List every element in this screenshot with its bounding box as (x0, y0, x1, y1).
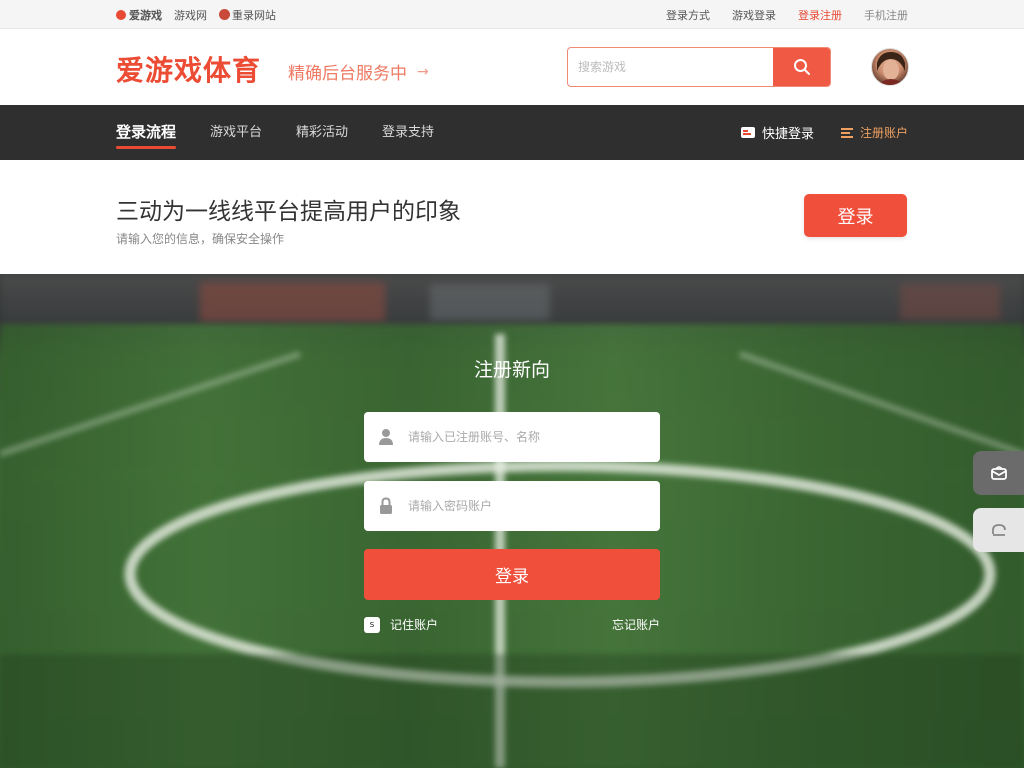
topbar-left: 爱游戏 游戏网 重录网站 (116, 7, 276, 23)
quick-login-label: 快捷登录 (761, 127, 814, 142)
search-box (567, 47, 831, 87)
site-logo[interactable]: 爱游戏体育 (116, 49, 261, 89)
avatar-portrait (877, 52, 905, 85)
nav-right: 快捷登录 注册账户 (740, 105, 908, 160)
topbar-link-mobile[interactable]: 手机注册 (864, 7, 908, 23)
remember-account[interactable]: s 记住账户 (364, 616, 438, 633)
banner-login-button[interactable]: 登录 (804, 194, 907, 237)
search-input[interactable] (568, 48, 774, 86)
remember-label: 记住账户 (390, 618, 439, 632)
topbar-right: 登录方式 游戏登录 登录注册 手机注册 (666, 7, 908, 23)
search-button[interactable] (773, 48, 830, 86)
username-input[interactable] (408, 430, 648, 444)
topbar-logo[interactable]: 爱游戏 (116, 7, 162, 23)
lock-icon-wrap (364, 497, 408, 515)
header-slogan: 精确后台服务中 → (288, 59, 429, 85)
register-label: 注册账户 (859, 126, 908, 140)
nav-item-support[interactable]: 登录支持 (382, 105, 434, 160)
banner-headline: 三动为一线线平台提高用户的印象 (116, 199, 461, 225)
username-field-box (364, 412, 660, 462)
quick-login-link[interactable]: 快捷登录 (740, 123, 814, 142)
login-submit-button[interactable]: 登录 (364, 549, 660, 600)
topbar-link-2-wrap[interactable]: 重录网站 (219, 7, 276, 23)
logo-mark-icon (116, 10, 126, 20)
lock-icon (380, 497, 392, 514)
topbar-link-1[interactable]: 游戏网 (174, 7, 207, 23)
mail-icon (990, 466, 1007, 480)
headset-icon (991, 524, 1006, 536)
topbar-link-register[interactable]: 登录注册 (798, 7, 842, 23)
topbar-link-2: 重录网站 (232, 9, 276, 22)
password-input[interactable] (408, 499, 648, 513)
side-support-button[interactable] (973, 508, 1024, 552)
user-avatar[interactable] (871, 48, 909, 86)
remember-checkbox[interactable]: s (364, 616, 380, 633)
nav-item-login-flow[interactable]: 登录流程 (116, 105, 177, 160)
nav-items: 登录流程 游戏平台 精彩活动 登录支持 (116, 105, 434, 160)
nav-item-game-platform[interactable]: 游戏平台 (210, 105, 262, 160)
topbar-brand: 爱游戏 (129, 9, 162, 22)
password-field-box (364, 481, 660, 531)
banner-subtext: 请输入您的信息，确保安全操作 (116, 232, 285, 246)
menu-icon (840, 127, 853, 138)
register-form-title: 注册新向 (473, 359, 550, 381)
id-card-icon (740, 127, 755, 138)
search-icon (793, 59, 810, 75)
user-icon (379, 429, 393, 445)
site-header: 爱游戏体育 精确后台服务中 → (0, 29, 1024, 105)
side-mail-button[interactable] (973, 451, 1024, 495)
form-footer: s 记住账户 忘记账户 (364, 616, 660, 634)
user-icon-wrap (364, 428, 408, 446)
topbar-link-login-method[interactable]: 登录方式 (666, 7, 710, 23)
arrow-right-icon: → (417, 63, 429, 80)
slogan-text: 精确后台服务中 (288, 64, 407, 84)
topbar-link-game-login[interactable]: 游戏登录 (732, 7, 776, 23)
top-utility-bar: 爱游戏 游戏网 重录网站 登录方式 游戏登录 登录注册 手机注册 (0, 0, 1024, 29)
shield-icon (219, 9, 230, 20)
hero-banner: 三动为一线线平台提高用户的印象 请输入您的信息，确保安全操作 登录 (0, 160, 1024, 274)
main-nav: 登录流程 游戏平台 精彩活动 登录支持 快捷登录 注册账户 (0, 105, 1024, 160)
nav-item-activities[interactable]: 精彩活动 (296, 105, 348, 160)
register-link[interactable]: 注册账户 (840, 124, 908, 141)
forgot-account-link[interactable]: 忘记账户 (612, 616, 660, 633)
